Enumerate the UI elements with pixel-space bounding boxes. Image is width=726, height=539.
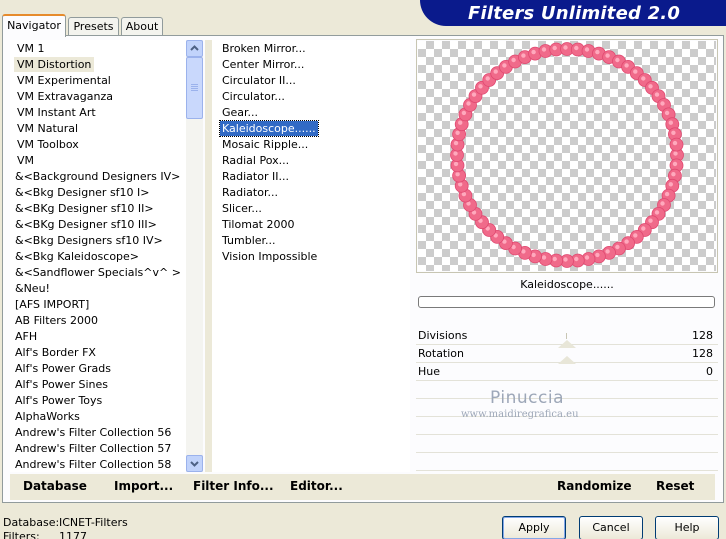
- list-item[interactable]: Radiator II...: [220, 169, 291, 184]
- list-item[interactable]: AFH: [12, 329, 40, 344]
- list-item[interactable]: Andrew's Filter Collection 58: [12, 457, 174, 472]
- chevron-down-icon: [190, 461, 199, 467]
- list-item[interactable]: Center Mirror...: [220, 57, 306, 72]
- help-button[interactable]: Help: [655, 516, 719, 539]
- list-item[interactable]: Alf's Power Grads: [12, 361, 114, 376]
- list-item[interactable]: &<Bkg Designers sf10 IV>: [12, 233, 166, 248]
- list-item[interactable]: &Neu!: [12, 281, 53, 296]
- chevron-up-icon: [190, 45, 199, 51]
- param-value: 0: [706, 365, 713, 378]
- tab-navigator[interactable]: Navigator: [2, 14, 66, 37]
- bottom-toolbar: Database Import... Filter Info... Editor…: [10, 474, 715, 500]
- list-item[interactable]: Mosaic Ripple...: [220, 137, 310, 152]
- database-label: Database:: [3, 516, 60, 529]
- slider-tick: [566, 333, 567, 339]
- list-item[interactable]: [AFS IMPORT]: [12, 297, 92, 312]
- filter-info-button[interactable]: Filter Info...: [193, 479, 274, 493]
- list-item-selected[interactable]: Kaleidoscope......: [219, 120, 319, 137]
- scroll-up-button[interactable]: [186, 40, 203, 57]
- param-value: 128: [692, 329, 713, 342]
- param-label: Rotation: [418, 347, 465, 360]
- list-item[interactable]: Broken Mirror...: [220, 41, 308, 56]
- list-item[interactable]: AB Filters 2000: [12, 313, 101, 328]
- list-item[interactable]: VM Extravaganza: [14, 89, 116, 104]
- list-item[interactable]: VM Natural: [14, 121, 81, 136]
- apply-button[interactable]: Apply: [502, 516, 566, 539]
- database-value: ICNET-Filters: [59, 516, 128, 529]
- list-item[interactable]: Tumbler...: [220, 233, 278, 248]
- cancel-button[interactable]: Cancel: [579, 516, 643, 539]
- app-title: Filters Unlimited 2.0: [468, 3, 681, 24]
- filters-count-label: Filters:: [3, 530, 40, 539]
- preview-canvas[interactable]: [418, 41, 716, 271]
- kaleidoscope-ring-image: [450, 42, 684, 268]
- list-item[interactable]: &<Background Designers IV>: [12, 169, 183, 184]
- list-item[interactable]: VM Toolbox: [14, 137, 82, 152]
- list-item[interactable]: Alf's Power Toys: [12, 393, 105, 408]
- list-item[interactable]: Andrew's Filter Collection 57: [12, 441, 174, 456]
- list-item[interactable]: &<BKg Designer sf10 III>: [12, 217, 160, 232]
- filters-count-value: 1177: [59, 530, 87, 539]
- list-item-selected[interactable]: VM Distortion: [14, 57, 95, 72]
- param-row-empty: [416, 435, 718, 453]
- list-item[interactable]: VM Experimental: [14, 73, 114, 88]
- filter-list[interactable]: Broken Mirror... Center Mirror... Circul…: [212, 40, 410, 472]
- watermark-site: www.maidiregrafica.eu: [461, 409, 579, 420]
- list-item[interactable]: AlphaWorks: [12, 409, 83, 424]
- param-label: Hue: [418, 365, 441, 378]
- slider-marker: [558, 340, 576, 348]
- tab-about[interactable]: About: [121, 17, 163, 36]
- param-row-empty: [416, 453, 718, 471]
- progress-bar: [418, 296, 715, 308]
- list-item[interactable]: Gear...: [220, 105, 260, 120]
- list-divider: [205, 40, 212, 472]
- reset-button[interactable]: Reset: [656, 479, 694, 493]
- parameter-panel: Divisions 128 Rotation 128 Hue 0: [416, 327, 718, 472]
- param-row-empty: [416, 381, 718, 399]
- list-item[interactable]: Slicer...: [220, 201, 264, 216]
- list-item[interactable]: VM: [14, 153, 37, 168]
- list-item[interactable]: &<Sandflower Specials^v^ >: [12, 265, 184, 280]
- list-item[interactable]: &<Bkg Designer sf10 I>: [12, 185, 153, 200]
- list-item[interactable]: Circulator...: [220, 89, 287, 104]
- list-item[interactable]: VM 1: [14, 41, 48, 56]
- list-item[interactable]: Radial Pox...: [220, 153, 291, 168]
- list-item[interactable]: Tilomat 2000: [220, 217, 296, 232]
- list-item[interactable]: Andrew's Filter Collection 56: [12, 425, 174, 440]
- category-list[interactable]: VM 1 VM Distortion VM Experimental VM Ex…: [10, 40, 203, 472]
- param-row-hue[interactable]: Hue 0: [416, 356, 718, 381]
- param-value: 128: [692, 347, 713, 360]
- preview-filter-name: Kaleidoscope......: [520, 278, 614, 291]
- title-banner: Filters Unlimited 2.0: [420, 0, 726, 28]
- slider-marker: [558, 356, 576, 364]
- list-item[interactable]: &<BKg Designer sf10 II>: [12, 201, 157, 216]
- watermark-name: Pinuccia: [490, 388, 564, 408]
- tab-presets[interactable]: Presets: [68, 17, 119, 36]
- database-button[interactable]: Database: [23, 479, 87, 493]
- list-item[interactable]: Radiator...: [220, 185, 280, 200]
- scroll-thumb[interactable]: [186, 57, 203, 119]
- param-label: Divisions: [418, 329, 468, 342]
- list-item[interactable]: Circulator II...: [220, 73, 298, 88]
- list-item[interactable]: &<Bkg Kaleidoscope>: [12, 249, 142, 264]
- editor-button[interactable]: Editor...: [290, 479, 343, 493]
- list-item[interactable]: Alf's Border FX: [12, 345, 99, 360]
- category-scrollbar[interactable]: [186, 40, 203, 472]
- randomize-button[interactable]: Randomize: [557, 479, 631, 493]
- list-item[interactable]: Vision Impossible: [220, 249, 319, 264]
- list-item[interactable]: Alf's Power Sines: [12, 377, 111, 392]
- import-button[interactable]: Import...: [114, 479, 173, 493]
- scroll-down-button[interactable]: [186, 455, 203, 472]
- list-item[interactable]: VM Instant Art: [14, 105, 99, 120]
